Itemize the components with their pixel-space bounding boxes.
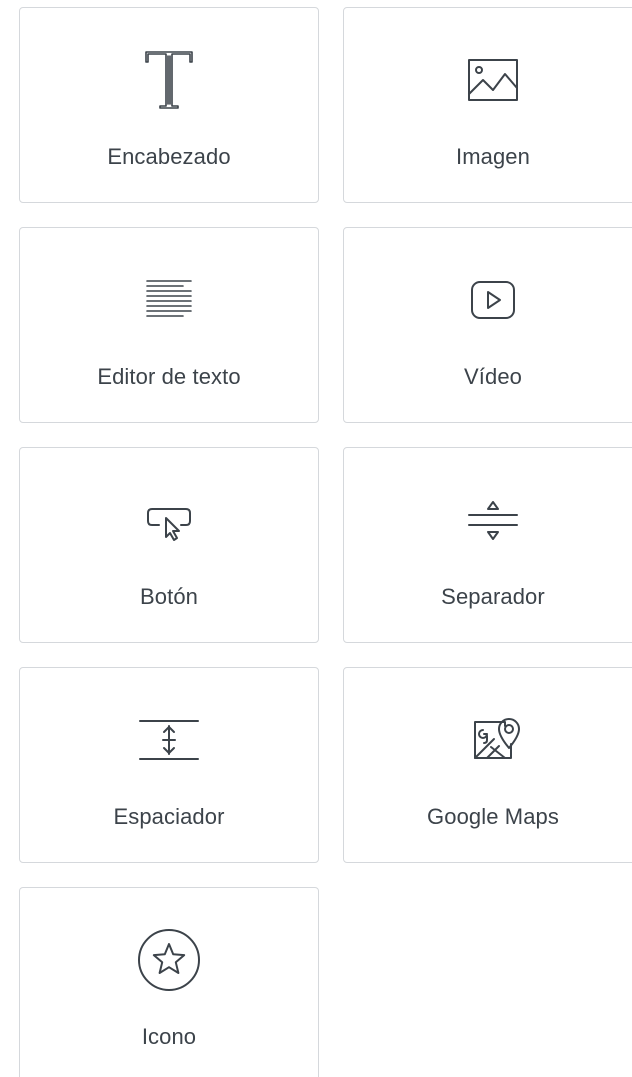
widget-divider[interactable]: Separador [343,447,632,643]
widget-text-editor[interactable]: Editor de texto [19,227,319,423]
widget-label: Espaciador [113,804,225,829]
widget-label: Encabezado [107,144,231,169]
widget-label: Editor de texto [97,364,241,389]
image-icon [344,48,632,112]
google-maps-icon [344,708,632,772]
widget-heading[interactable]: Encabezado [19,7,319,203]
widget-label: Vídeo [464,364,522,389]
widget-grid: Encabezado Imagen Editor de texto Vídeo … [0,0,632,1077]
widget-label: Google Maps [427,804,559,829]
widget-google-maps[interactable]: Google Maps [343,667,632,863]
widget-label: Botón [140,584,198,609]
widget-image[interactable]: Imagen [343,7,632,203]
divider-icon [344,488,632,552]
widget-label: Imagen [456,144,530,169]
widget-button[interactable]: Botón [19,447,319,643]
widget-icon[interactable]: Icono [19,887,319,1077]
spacer-icon [20,708,318,772]
widget-label: Icono [141,1024,197,1049]
widget-spacer[interactable]: Espaciador [19,667,319,863]
widget-video[interactable]: Vídeo [343,227,632,423]
star-icon [20,928,318,992]
video-icon [344,268,632,332]
text-editor-icon [20,268,318,332]
heading-icon [20,48,318,112]
button-icon [20,488,318,552]
widget-label: Separador [441,584,545,609]
